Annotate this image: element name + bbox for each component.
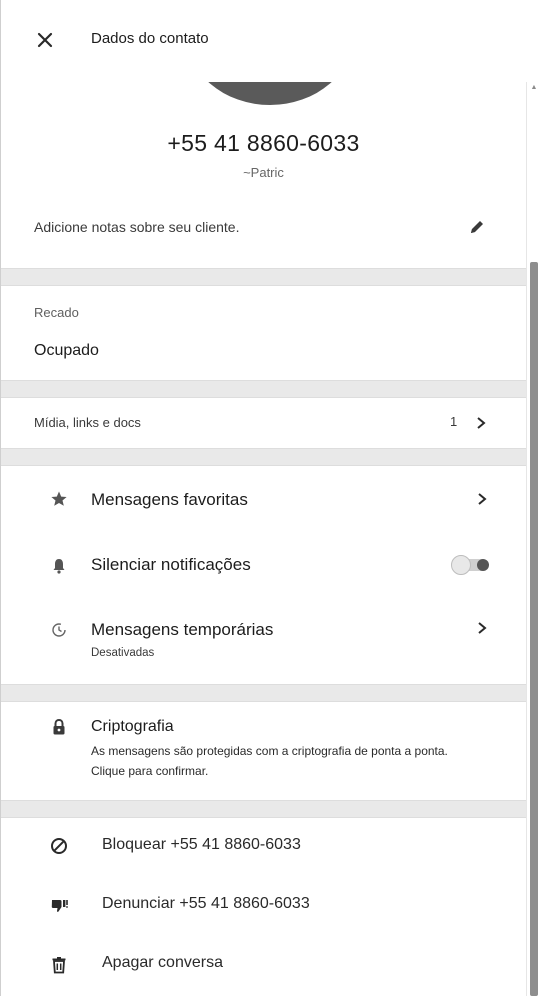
block-icon — [51, 838, 67, 854]
starred-messages-label: Mensagens favoritas — [91, 490, 248, 509]
section-divider — [1, 268, 526, 286]
scrollbar-thumb[interactable] — [530, 262, 538, 996]
mute-notifications-row[interactable]: Silenciar notificações — [1, 537, 526, 597]
media-count: 1 — [450, 414, 458, 429]
chevron-right-icon — [478, 622, 487, 634]
disappearing-messages-status: Desativadas — [91, 647, 155, 659]
chevron-right-icon — [478, 493, 487, 505]
section-divider — [1, 684, 526, 702]
about-value: Ocupado — [34, 342, 99, 359]
starred-messages-row[interactable]: Mensagens favoritas — [1, 470, 526, 530]
avatar-container — [1, 82, 526, 127]
contact-info-panel: Dados do contato ▲ +55 41 8860-6033 ~Pat… — [0, 0, 542, 996]
close-icon — [37, 32, 53, 48]
notes-row[interactable]: Adicione notas sobre seu cliente. — [1, 205, 526, 250]
pencil-icon[interactable] — [467, 217, 487, 237]
star-icon — [51, 491, 67, 506]
notes-placeholder: Adicione notas sobre seu cliente. — [34, 219, 240, 235]
scroll-up-arrow[interactable]: ▲ — [530, 84, 538, 92]
thumbs-down-icon — [51, 900, 68, 912]
disappearing-messages-row[interactable]: Mensagens temporárias Desativadas — [1, 604, 526, 674]
encryption-description: As mensagens são protegidas com a cripto… — [91, 744, 448, 778]
panel-header: Dados do contato — [1, 0, 526, 82]
close-button[interactable] — [33, 28, 57, 52]
mute-toggle[interactable] — [451, 555, 489, 575]
chevron-right-icon — [477, 417, 486, 429]
about-label: Recado — [34, 305, 79, 320]
contact-phone: +55 41 8860-6033 — [167, 130, 360, 156]
timer-icon — [52, 623, 66, 637]
lock-icon — [53, 718, 65, 735]
delete-chat-row[interactable]: Apagar conversa — [1, 942, 526, 992]
mute-notifications-label: Silenciar notificações — [91, 555, 251, 574]
contact-name: ~Patric — [243, 165, 284, 180]
toggle-end-dot — [477, 559, 489, 571]
section-divider — [1, 380, 526, 398]
disappearing-messages-label: Mensagens temporárias — [91, 620, 274, 639]
encryption-title: Criptografia — [91, 718, 174, 735]
block-contact-row[interactable]: Bloquear +55 41 8860-6033 — [1, 822, 526, 874]
report-contact-row[interactable]: Denunciar +55 41 8860-6033 — [1, 882, 526, 934]
section-divider — [1, 448, 526, 466]
toggle-knob — [451, 555, 471, 575]
media-label: Mídia, links e docs — [34, 415, 141, 430]
trash-icon — [52, 957, 66, 974]
panel-title: Dados do contato — [91, 30, 209, 47]
section-divider — [1, 800, 526, 818]
bell-icon — [53, 559, 65, 574]
block-contact-label: Bloquear +55 41 8860-6033 — [102, 836, 301, 853]
report-contact-label: Denunciar +55 41 8860-6033 — [102, 895, 310, 912]
media-links-docs-row[interactable]: Mídia, links e docs 1 — [1, 398, 526, 448]
delete-chat-label: Apagar conversa — [102, 954, 223, 971]
avatar[interactable] — [186, 82, 354, 105]
